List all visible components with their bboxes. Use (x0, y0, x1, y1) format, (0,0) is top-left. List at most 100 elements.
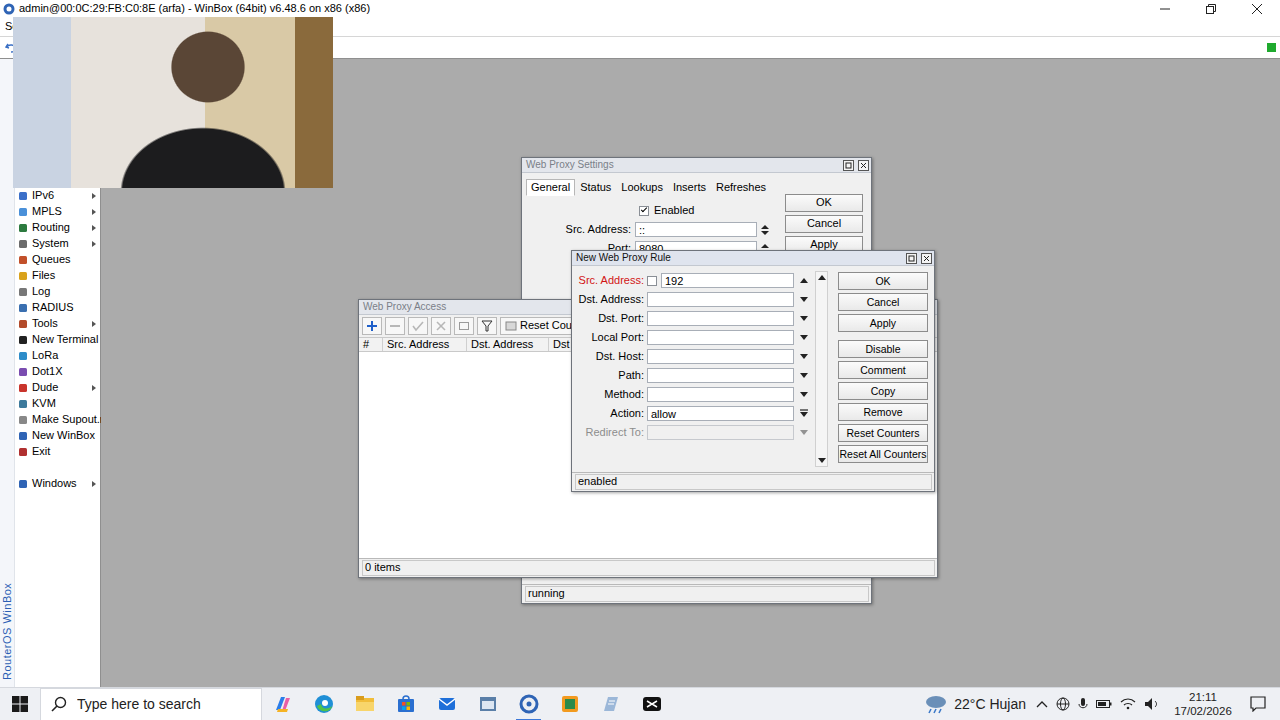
edge-icon[interactable] (303, 688, 344, 720)
mail-icon[interactable] (426, 688, 467, 720)
rule-button[interactable]: OK (838, 272, 928, 290)
sidebar-item[interactable]: KVM (15, 396, 100, 412)
close-icon[interactable] (858, 160, 869, 171)
wifi-icon[interactable] (1120, 698, 1136, 710)
scroll-up-icon[interactable] (816, 272, 827, 283)
field-input[interactable] (647, 292, 794, 307)
notepad-icon[interactable] (590, 688, 631, 720)
sidebar-item[interactable]: Make Supout.rif (15, 412, 100, 428)
close-icon[interactable] (921, 253, 932, 264)
combo-control[interactable] (647, 387, 810, 402)
sidebar-item[interactable]: LoRa (15, 348, 100, 364)
toolbar-button[interactable] (454, 317, 474, 335)
settings-tab[interactable]: Refreshes (711, 179, 771, 196)
negate-control[interactable] (647, 273, 810, 288)
dropdown-arrow-icon[interactable] (798, 370, 810, 381)
settings-tab[interactable]: General (526, 179, 575, 196)
toolbar-button[interactable] (431, 317, 451, 335)
combo-control[interactable] (647, 330, 810, 345)
microphone-icon[interactable] (1078, 697, 1088, 711)
toolbar-button[interactable] (408, 317, 428, 335)
sidebar-item[interactable]: Routing (15, 220, 100, 236)
restore-icon[interactable] (906, 253, 917, 264)
rule-button[interactable]: Copy (838, 382, 928, 400)
field-input[interactable] (647, 406, 794, 421)
weather-widget[interactable]: 22°C Hujan (924, 694, 1026, 714)
sidebar-item[interactable]: Files (15, 268, 100, 284)
dropdown-arrow-icon[interactable] (798, 332, 810, 343)
sidebar-item[interactable]: RADIUS (15, 300, 100, 316)
minimize-icon[interactable] (1142, 0, 1188, 17)
store-icon[interactable] (385, 688, 426, 720)
combo-control[interactable] (647, 311, 810, 326)
restore-icon[interactable] (843, 160, 854, 171)
windows-start-icon[interactable] (0, 688, 40, 720)
field-input[interactable] (647, 311, 794, 326)
sidebar-item[interactable]: Queues (15, 252, 100, 268)
dropdown-arrow-icon[interactable] (798, 389, 810, 400)
select-control[interactable] (647, 406, 810, 421)
sidebar-item[interactable]: New WinBox (15, 428, 100, 444)
sidebar-item[interactable]: IPv6 (15, 188, 100, 204)
file-explorer-icon[interactable] (344, 688, 385, 720)
notification-icon[interactable] (1236, 688, 1280, 720)
rule-button[interactable]: Comment (838, 361, 928, 379)
settings-tab[interactable]: Inserts (668, 179, 711, 196)
scroll-down-icon[interactable] (816, 455, 827, 466)
copilot-icon[interactable] (262, 688, 303, 720)
column-header[interactable]: # (359, 338, 383, 351)
sidebar-item[interactable]: Windows (15, 476, 100, 492)
sidebar-item[interactable]: Dude (15, 380, 100, 396)
app-window-icon[interactable] (467, 688, 508, 720)
combo-control[interactable] (647, 292, 810, 307)
field-input[interactable] (647, 387, 794, 402)
settings-button[interactable]: OK (785, 194, 863, 212)
close-icon[interactable] (1234, 0, 1280, 17)
spinner-icon[interactable] (759, 224, 771, 236)
taskbar-search-input[interactable] (75, 695, 261, 714)
dropdown-arrow-icon[interactable] (798, 313, 810, 324)
column-header[interactable]: Src. Address (383, 338, 467, 351)
field-input[interactable] (661, 273, 794, 288)
field-input[interactable] (647, 330, 794, 345)
capcut-icon[interactable] (631, 688, 672, 720)
combo-control[interactable] (647, 368, 810, 383)
toolbar-button[interactable] (477, 317, 497, 335)
dropdown-arrow-icon[interactable] (798, 351, 810, 362)
winbox-taskbar-icon[interactable] (508, 688, 549, 720)
restore-icon[interactable] (1188, 0, 1234, 17)
battery-icon[interactable] (1096, 699, 1112, 709)
enabled-checkbox[interactable] (639, 206, 649, 216)
sidebar-item[interactable]: Dot1X (15, 364, 100, 380)
dropdown-arrow-icon[interactable] (798, 294, 810, 305)
collapse-arrow-icon[interactable] (798, 275, 810, 286)
speaker-icon[interactable] (1144, 697, 1160, 711)
network-icon[interactable] (1056, 697, 1070, 711)
field-input[interactable] (647, 368, 794, 383)
sidebar-item[interactable]: MPLS (15, 204, 100, 220)
clock[interactable]: 21:1117/02/2026 (1170, 690, 1236, 719)
settings-tab[interactable]: Status (575, 179, 616, 196)
rule-button[interactable]: Remove (838, 403, 928, 421)
editor-icon[interactable] (549, 688, 590, 720)
combo-control[interactable] (647, 349, 810, 364)
rule-button[interactable]: Reset All Counters (838, 445, 928, 463)
settings-button[interactable]: Cancel (785, 215, 863, 233)
sidebar-item[interactable]: Exit (15, 444, 100, 460)
toolbar-button[interactable] (385, 317, 405, 335)
settings-tab[interactable]: Lookups (616, 179, 668, 196)
sidebar-item[interactable]: Log (15, 284, 100, 300)
sidebar-item[interactable]: System (15, 236, 100, 252)
rule-button[interactable]: Reset Counters (838, 424, 928, 442)
taskbar-search[interactable] (40, 688, 262, 720)
sidebar-item[interactable]: New Terminal (15, 332, 100, 348)
form-scrollbar[interactable] (815, 271, 828, 467)
settings-field-input[interactable] (635, 222, 757, 237)
rule-button[interactable]: Apply (838, 314, 928, 332)
chevron-up-icon[interactable] (1036, 700, 1048, 708)
rule-button[interactable]: Cancel (838, 293, 928, 311)
negate-checkbox[interactable] (647, 276, 657, 286)
column-header[interactable]: Dst. Address (467, 338, 549, 351)
sidebar-item[interactable]: Tools (15, 316, 100, 332)
field-input[interactable] (647, 349, 794, 364)
